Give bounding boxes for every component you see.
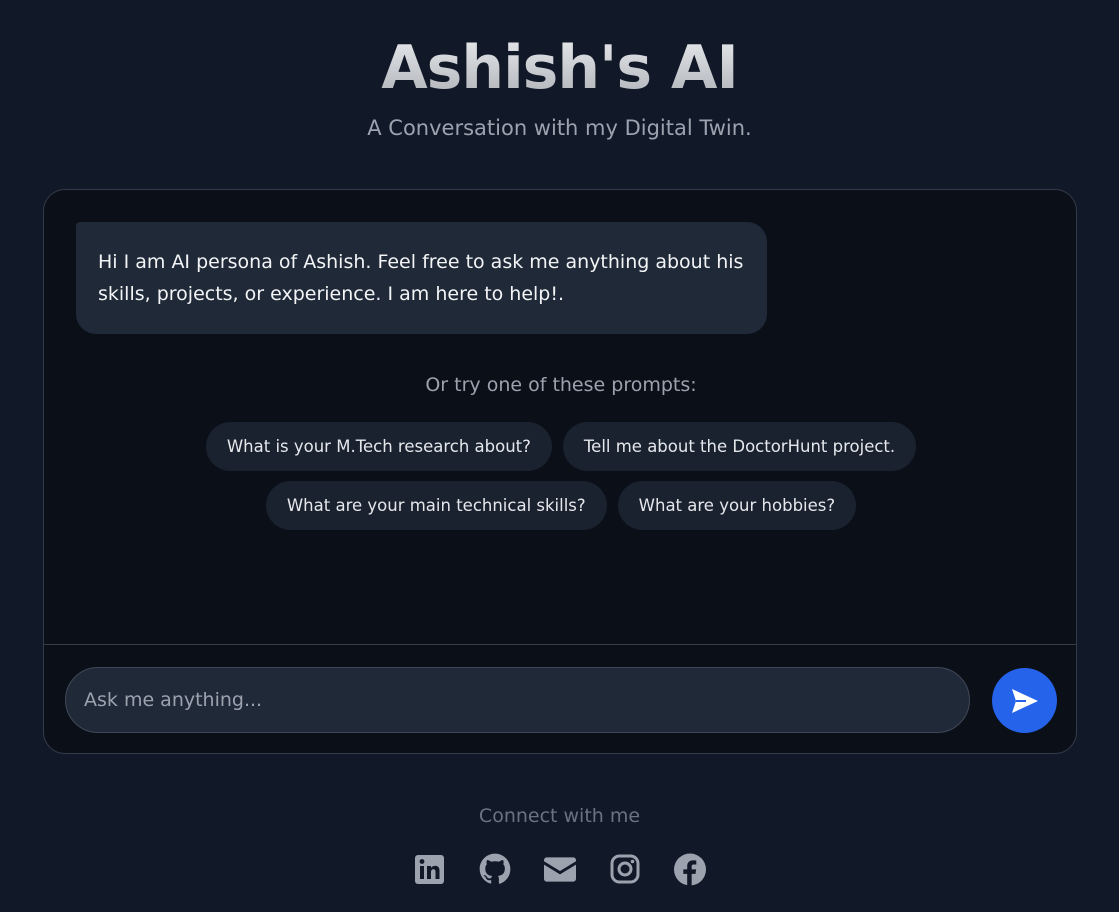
linkedin-icon: [415, 854, 444, 884]
bot-message: Hi I am AI persona of Ashish. Feel free …: [76, 222, 767, 334]
facebook-icon: [673, 853, 706, 885]
instagram-link[interactable]: [609, 852, 641, 886]
instagram-icon: [610, 854, 639, 884]
prompt-chip-doctorhunt[interactable]: Tell me about the DoctorHunt project.: [562, 422, 917, 471]
facebook-link[interactable]: [673, 852, 706, 886]
page-subtitle: A Conversation with my Digital Twin.: [367, 116, 752, 140]
chat-window: Hi I am AI persona of Ashish. Feel free …: [43, 189, 1077, 754]
input-divider: [44, 644, 1076, 645]
social-links: [0, 852, 1119, 886]
footer-label: Connect with me: [478, 805, 641, 827]
page-title: Ashish's AI: [0, 30, 1119, 106]
paper-plane-icon: [1011, 688, 1038, 713]
send-button[interactable]: [992, 668, 1057, 733]
github-link[interactable]: [479, 852, 511, 886]
chat-input[interactable]: [65, 667, 970, 733]
github-icon: [479, 853, 510, 884]
prompt-row: What are your main technical skills? Wha…: [44, 481, 1076, 530]
prompt-chip-technical-skills[interactable]: What are your main technical skills?: [265, 481, 607, 530]
linkedin-link[interactable]: [414, 852, 446, 886]
prompt-chip-hobbies[interactable]: What are your hobbies?: [617, 481, 857, 530]
prompt-chip-mtech-research[interactable]: What is your M.Tech research about?: [205, 422, 552, 471]
email-link[interactable]: [543, 852, 576, 886]
prompt-row: What is your M.Tech research about? Tell…: [44, 422, 1076, 471]
mail-icon: [543, 856, 576, 882]
prompts-label: Or try one of these prompts:: [425, 374, 697, 396]
